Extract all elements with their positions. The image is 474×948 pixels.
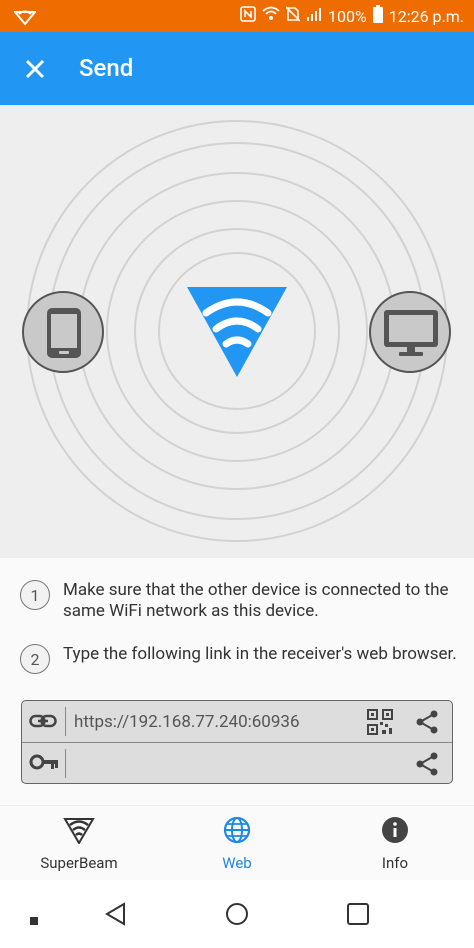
step-text: Make sure that the other device is conne…: [63, 580, 449, 621]
row-separator: [65, 707, 66, 736]
step-number: 2: [20, 644, 50, 674]
share-url-icon[interactable]: [414, 709, 440, 739]
qr-code-icon[interactable]: [367, 709, 393, 739]
cell-signal-icon: [306, 6, 322, 26]
link-box: https://192.168.77.240:60936: [21, 700, 453, 784]
system-navigation-bar: [0, 880, 474, 948]
clock: 12:26 p.m.: [388, 6, 464, 26]
url-row: https://192.168.77.240:60936: [22, 701, 452, 742]
dot-indicator-icon: [30, 910, 38, 929]
nav-label: Info: [381, 854, 409, 872]
app-bar: Send: [0, 32, 474, 105]
back-icon[interactable]: [104, 902, 126, 930]
globe-icon: [223, 816, 251, 848]
status-bar: 100% 12:26 p.m.: [0, 0, 474, 32]
bottom-navigation: SuperBeam Web Info: [0, 805, 474, 881]
wifi-notification-icon: [12, 6, 38, 30]
nav-label: SuperBeam: [40, 854, 118, 872]
page-title: Send: [79, 54, 134, 82]
key-icon: [29, 753, 59, 775]
sender-device: [22, 291, 104, 373]
battery-percent: 100%: [328, 6, 367, 26]
wifi-logo-icon: [63, 818, 95, 848]
nfc-icon: [240, 6, 256, 26]
link-icon: [29, 711, 57, 735]
share-key-icon[interactable]: [414, 751, 440, 781]
nav-label: Web: [222, 854, 252, 872]
nav-superbeam[interactable]: SuperBeam: [19, 816, 139, 872]
transfer-visual: [0, 105, 474, 558]
step-text: Type the following link in the receiver'…: [63, 644, 457, 664]
nav-web[interactable]: Web: [177, 816, 297, 872]
info-icon: [381, 817, 409, 848]
close-icon[interactable]: [22, 56, 48, 82]
instruction-step-1: 1 Make sure that the other device is con…: [20, 580, 461, 622]
row-separator: [65, 749, 66, 778]
key-row: [22, 743, 452, 784]
step-number: 1: [20, 580, 50, 610]
no-sim-icon: [285, 6, 301, 26]
instruction-step-2: 2 Type the following link in the receive…: [20, 644, 461, 674]
url-text[interactable]: https://192.168.77.240:60936: [74, 712, 300, 732]
home-icon[interactable]: [225, 902, 249, 930]
nav-info[interactable]: Info: [335, 816, 455, 872]
battery-icon: [372, 5, 383, 27]
receiver-device: [369, 291, 451, 373]
wifi-signal-icon: [262, 6, 280, 26]
recents-icon[interactable]: [347, 903, 369, 929]
